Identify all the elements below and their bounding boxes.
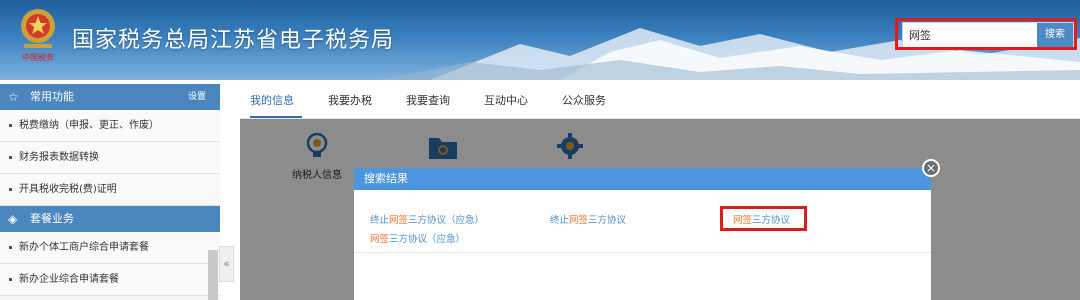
result-suffix: 三方协议（应急） [389,234,466,245]
sidebar-item-tax-certificate[interactable]: 开具税收完税(费)证明 [0,174,220,206]
tab-my-info[interactable]: 我的信息 [250,86,302,118]
sidebar-item-label: 税费缴纳（申报、更正、作废） [19,120,159,131]
result-keyword: 网签 [370,234,390,245]
tab-query[interactable]: 我要查询 [406,86,450,118]
bullet-icon [9,188,12,191]
search-result-2[interactable]: 终止网签三方协议 [550,212,626,226]
bullet-icon [9,246,12,249]
search-highlight-box [895,18,1077,50]
result-highlight-box [720,206,807,231]
sidebar-section-title: 套餐业务 [30,212,74,225]
bullet-icon [9,156,12,159]
sidebar-item-individual-package[interactable]: 新办个体工商户综合申请套餐 [0,232,220,264]
modal-divider [354,252,931,253]
result-suffix: 三方协议 [588,215,627,226]
emblem-caption: 中国税务 [22,52,54,62]
sidebar-item-tax-payment[interactable]: 税费缴纳（申报、更正、作废） [0,110,220,142]
package-icon: ◈ [8,212,18,226]
main-tabs: 我的信息 我要办税 我要查询 互动中心 公众服务 [240,86,1080,119]
result-prefix: 终止 [370,215,390,226]
sidebar-section-common[interactable]: ☆ 常用功能 设置 [0,84,220,110]
result-suffix: 三方协议（应急） [408,215,485,226]
sidebar-section-title: 常用功能 [30,90,74,103]
tab-public-service[interactable]: 公众服务 [562,86,606,118]
tab-do-tax[interactable]: 我要办税 [328,86,372,118]
sidebar-scrollbar[interactable] [208,250,218,300]
result-prefix: 终止 [550,215,570,226]
search-result-1[interactable]: 终止网签三方协议（应急） [370,212,484,226]
sidebar: ☆ 常用功能 设置 税费缴纳（申报、更正、作废） 财务报表数据转换 开具税收完税… [0,84,220,300]
bullet-icon [9,124,12,127]
sidebar-item-enterprise-package[interactable]: 新办企业综合申请套餐 [0,264,220,296]
search-result-4[interactable]: 网签三方协议（应急） [370,231,465,245]
site-title: 国家税务总局江苏省电子税务局 [72,28,395,53]
modal-title: 搜索结果 [354,168,931,190]
sidebar-item-label: 新办企业综合申请套餐 [19,274,119,285]
star-icon: ☆ [8,90,19,104]
collapse-sidebar-button[interactable]: « [219,246,234,282]
sidebar-item-label: 新办个体工商户综合申请套餐 [19,242,149,253]
tab-interaction[interactable]: 互动中心 [484,86,528,118]
sidebar-item-label: 开具税收完税(费)证明 [19,184,117,195]
sidebar-item-report-convert[interactable]: 财务报表数据转换 [0,142,220,174]
sidebar-section-package[interactable]: ◈ 套餐业务 [0,206,220,232]
close-icon[interactable]: × [922,159,940,177]
bullet-icon [9,278,12,281]
tax-emblem-icon: 中国税务 [21,9,55,62]
result-keyword: 网签 [389,215,409,226]
result-keyword: 网签 [569,215,589,226]
sidebar-item-label: 财务报表数据转换 [19,152,99,163]
search-results-modal: 搜索结果 终止网签三方协议（应急） 终止网签三方协议 网签三方协议 网签三方协议… [354,168,931,300]
settings-link[interactable]: 设置 [188,84,206,110]
